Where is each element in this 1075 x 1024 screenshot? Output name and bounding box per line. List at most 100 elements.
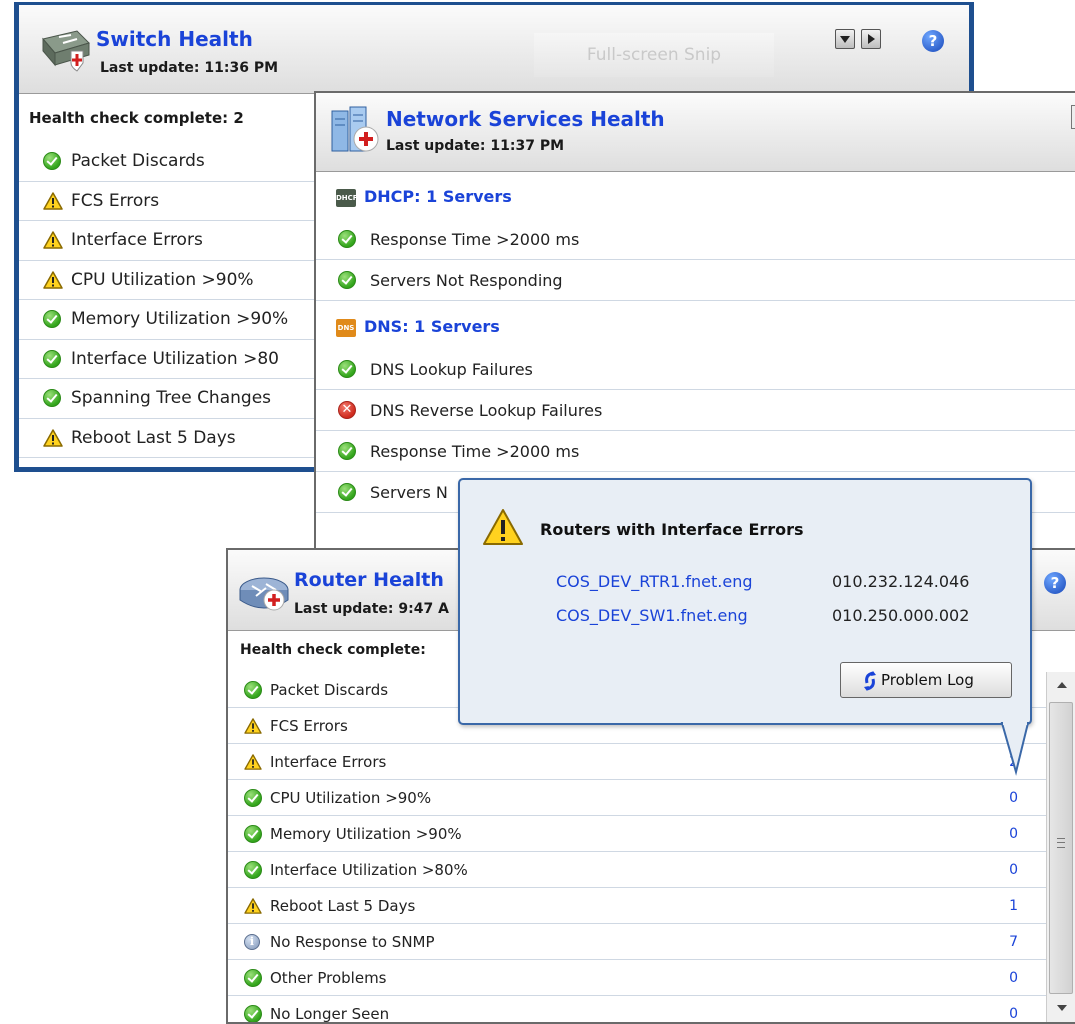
server-health-icon [331, 106, 379, 152]
router-link[interactable]: COS_DEV_SW1.fnet.eng [556, 606, 748, 625]
help-icon[interactable]: ? [922, 30, 944, 52]
popup-row: COS_DEV_SW1.fnet.eng 010.250.000.002 [556, 606, 1016, 630]
item-label: Packet Discards [71, 151, 205, 172]
list-item[interactable]: Interface Utilization >80 [19, 340, 319, 379]
check-circle-icon [244, 968, 262, 987]
list-item[interactable]: ✕ DNS Reverse Lookup Failures [316, 390, 1075, 431]
list-item[interactable]: i No Response to SNMP 7 [228, 924, 1048, 960]
popup-row: COS_DEV_RTR1.fnet.eng 010.232.124.046 [556, 572, 1016, 596]
play-button[interactable] [861, 29, 881, 49]
item-label: Interface Errors [71, 230, 203, 251]
problem-count-link[interactable]: 7 [1009, 924, 1018, 959]
item-label: Servers N [370, 482, 448, 502]
grip-icon [1057, 838, 1065, 848]
list-item[interactable]: Servers Not Responding [316, 260, 1075, 301]
help-icon[interactable]: ? [1044, 572, 1066, 594]
grip-icon-mid [1057, 842, 1065, 843]
list-item[interactable]: Reboot Last 5 Days 1 [228, 888, 1048, 924]
item-label: DNS Lookup Failures [370, 359, 533, 379]
router-health-summary: Health check complete: [240, 642, 426, 658]
list-item[interactable]: Memory Utilization >90% [19, 300, 319, 340]
check-circle-icon [43, 349, 61, 368]
list-item[interactable]: FCS Errors [19, 182, 319, 221]
check-circle-icon [244, 1004, 262, 1022]
list-item[interactable]: Response Time >2000 ms [316, 219, 1075, 260]
problem-count-link[interactable]: 0 [1009, 816, 1018, 851]
switch-health-last-update: Last update: 11:36 PM [100, 60, 279, 76]
item-label: Interface Utilization >80% [270, 860, 468, 879]
list-item[interactable]: No Longer Seen 0 [228, 996, 1048, 1022]
scroll-up-arrow-icon[interactable] [1057, 682, 1067, 688]
problem-count-link[interactable]: 0 [1009, 996, 1018, 1022]
list-item[interactable]: CPU Utilization >90% [19, 261, 319, 300]
item-label: Other Problems [270, 968, 387, 987]
chevron-down-icon [840, 36, 850, 43]
problem-log-button[interactable]: Problem Log [840, 662, 1012, 698]
check-circle-icon [244, 824, 262, 843]
router-link[interactable]: COS_DEV_RTR1.fnet.eng [556, 572, 753, 591]
scrollbar[interactable] [1046, 672, 1075, 1022]
network-services-last-update: Last update: 11:37 PM [386, 138, 565, 154]
switch-icon [42, 30, 90, 72]
scroll-thumb[interactable] [1049, 702, 1073, 994]
network-services-header: Network Services Health Last update: 11:… [316, 93, 1075, 172]
problem-count-link[interactable]: 0 [1009, 960, 1018, 995]
item-label: FCS Errors [270, 716, 348, 735]
scroll-down-arrow-icon[interactable] [1057, 1005, 1067, 1011]
switch-health-header: Switch Health Last update: 11:36 PM Full… [19, 5, 969, 94]
popup-title: Routers with Interface Errors [540, 520, 804, 539]
header-button[interactable] [1071, 105, 1075, 129]
switch-health-summary: Health check complete: 2 [29, 109, 244, 127]
dhcp-icon: DHCP [336, 189, 358, 207]
item-label: Packet Discards [270, 680, 389, 699]
router-icon [239, 577, 289, 611]
item-label: Memory Utilization >90% [71, 309, 289, 330]
problem-count-link[interactable]: 1 [1009, 888, 1018, 923]
warning-triangle-icon [483, 509, 523, 545]
popup-pointer [1000, 720, 1030, 776]
check-circle-icon [338, 483, 356, 501]
list-item[interactable]: Response Time >2000 ms [316, 431, 1075, 472]
list-item[interactable]: Interface Errors2 [228, 744, 1048, 780]
item-label: Memory Utilization >90% [270, 824, 462, 843]
fullscreen-snip-watermark: Full-screen Snip [534, 33, 774, 77]
item-label: FCS Errors [71, 190, 160, 211]
check-circle-icon [338, 360, 356, 378]
list-item[interactable]: DNS Lookup Failures [316, 349, 1075, 390]
dhcp-section-title: DHCP: 1 Servers [364, 187, 512, 206]
check-circle-icon [43, 152, 61, 171]
problem-log-label: Problem Log [881, 671, 974, 689]
dns-section-title: DNS: 1 Servers [364, 317, 500, 336]
check-circle-icon [338, 442, 356, 460]
expand-dropdown-button[interactable] [835, 29, 855, 49]
play-icon [868, 34, 875, 44]
item-label: Spanning Tree Changes [71, 388, 272, 409]
list-item[interactable]: Packet Discards [19, 142, 319, 182]
check-circle-icon [244, 680, 262, 699]
check-circle-icon [43, 310, 61, 329]
item-label: Response Time >2000 ms [370, 441, 580, 461]
switch-health-title: Switch Health [96, 27, 253, 51]
router-ip: 010.232.124.046 [832, 572, 970, 591]
check-circle-icon [43, 389, 61, 408]
list-item[interactable]: CPU Utilization >90% 0 [228, 780, 1048, 816]
warning-triangle-icon [43, 271, 63, 289]
item-label: Response Time >2000 ms [370, 229, 580, 249]
item-label: Interface Utilization >80 [71, 348, 279, 369]
item-label: CPU Utilization >90% [71, 269, 254, 290]
check-circle-icon [244, 860, 262, 879]
problem-count-link[interactable]: 0 [1009, 780, 1018, 815]
router-health-title: Router Health [294, 569, 444, 591]
list-item[interactable]: Interface Errors [19, 221, 319, 261]
list-item[interactable]: Memory Utilization >90% 0 [228, 816, 1048, 852]
warning-triangle-icon [43, 429, 63, 447]
list-item[interactable]: Interface Utilization >80% 0 [228, 852, 1048, 888]
item-label: Servers Not Responding [370, 270, 563, 290]
list-item[interactable]: Spanning Tree Changes [19, 379, 319, 419]
problem-count-link[interactable]: 0 [1009, 852, 1018, 887]
check-circle-icon [338, 271, 356, 289]
list-item[interactable]: Reboot Last 5 Days [19, 419, 319, 458]
list-item[interactable]: Other Problems 0 [228, 960, 1048, 996]
warning-triangle-icon [43, 231, 63, 249]
info-icon: i [244, 933, 260, 950]
